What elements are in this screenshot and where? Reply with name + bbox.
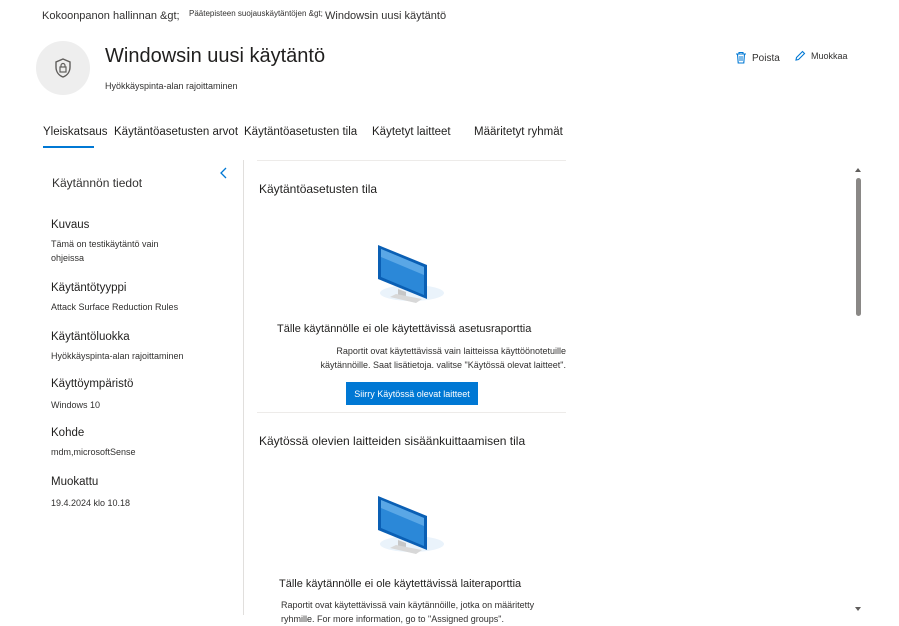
field-label-policy-type: Käytäntötyyppi bbox=[51, 282, 127, 294]
tab-setting-status[interactable]: Käytäntöasetusten tila bbox=[244, 126, 357, 138]
empty-desc-line1-settings: Raportit ovat käytettävissä vain laittei… bbox=[336, 346, 566, 356]
delete-button[interactable]: Poista bbox=[735, 50, 780, 64]
page-title: Windowsin uusi käytäntö bbox=[105, 45, 326, 67]
empty-title-settings-report: Tälle käytännölle ei ole käytettävissä a… bbox=[277, 323, 532, 335]
panel-divider bbox=[243, 160, 244, 615]
field-value-target: mdm,microsoftSense bbox=[51, 447, 136, 457]
breadcrumb-item-current: Windowsin uusi käytäntö bbox=[325, 10, 447, 22]
tab-overview[interactable]: Yleiskatsaus bbox=[43, 126, 108, 138]
monitor-illustration-icon bbox=[378, 245, 444, 303]
breadcrumb-item-endpoint-security[interactable]: Päätepisteen suojauskäytäntöjen &gt; bbox=[189, 9, 323, 18]
scroll-down-arrow-icon[interactable] bbox=[854, 605, 862, 613]
empty-title-device-report: Tälle käytännölle ei ole käytettävissä l… bbox=[279, 578, 522, 590]
trash-icon bbox=[736, 51, 746, 64]
empty-desc-line2-devices: ryhmille. For more information, go to "A… bbox=[281, 614, 504, 624]
details-title: Käytännön tiedot bbox=[52, 176, 143, 190]
field-value-description: Tämä on testikäytäntö vain ohjeissa bbox=[51, 239, 159, 263]
edit-label: Muokkaa bbox=[811, 51, 848, 61]
shield-lock-icon bbox=[55, 58, 71, 78]
pencil-icon bbox=[795, 50, 806, 61]
section-title-checkin-status: Käytössä olevien laitteiden sisäänkuitta… bbox=[259, 434, 526, 448]
page-subtitle: Hyökkäyspinta-alan rajoittaminen bbox=[105, 81, 238, 91]
monitor-illustration-icon bbox=[378, 496, 444, 554]
field-value-modified: 19.4.2024 klo 10.18 bbox=[51, 498, 131, 508]
field-value-platform: Windows 10 bbox=[51, 400, 101, 410]
section-title-settings-status: Käytäntöasetusten tila bbox=[259, 182, 378, 196]
field-label-policy-category: Käytäntöluokka bbox=[51, 331, 130, 343]
policy-avatar bbox=[36, 41, 90, 95]
field-label-description: Kuvaus bbox=[51, 219, 90, 231]
field-value-policy-type: Attack Surface Reduction Rules bbox=[51, 302, 179, 312]
field-value-policy-category: Hyökkäyspinta-alan rajoittaminen bbox=[51, 351, 184, 361]
content-divider-top bbox=[257, 160, 566, 161]
scrollbar-thumb[interactable] bbox=[856, 178, 861, 316]
field-label-platform: Käyttöympäristö bbox=[51, 378, 134, 390]
content-divider-middle bbox=[257, 412, 566, 413]
edit-button[interactable]: Muokkaa bbox=[794, 50, 856, 62]
tab-applied-devices[interactable]: Käytetyt laitteet bbox=[372, 126, 451, 138]
field-label-modified: Muokattu bbox=[51, 476, 99, 488]
tab-selected-indicator bbox=[43, 146, 94, 148]
breadcrumb-item-configuration[interactable]: Kokoonpanon hallinnan &gt; bbox=[42, 10, 180, 22]
delete-label: Poista bbox=[752, 53, 780, 64]
field-label-target: Kohde bbox=[51, 427, 85, 439]
scroll-up-arrow-icon[interactable] bbox=[854, 166, 862, 174]
empty-desc-line2-settings: käytännöille. Saat lisätietoja. valitse … bbox=[320, 360, 566, 370]
tab-setting-values[interactable]: Käytäntöasetusten arvot bbox=[114, 126, 238, 138]
go-to-applied-devices-button[interactable]: Siirry Käytössä olevat laitteet bbox=[346, 382, 478, 405]
go-to-applied-devices-label: Siirry Käytössä olevat laitteet bbox=[354, 388, 470, 399]
tab-assigned-groups[interactable]: Määritetyt ryhmät bbox=[474, 126, 563, 138]
chevron-left-icon[interactable] bbox=[217, 166, 231, 180]
empty-desc-line1-devices: Raportit ovat käytettävissä vain käytänn… bbox=[281, 600, 535, 610]
